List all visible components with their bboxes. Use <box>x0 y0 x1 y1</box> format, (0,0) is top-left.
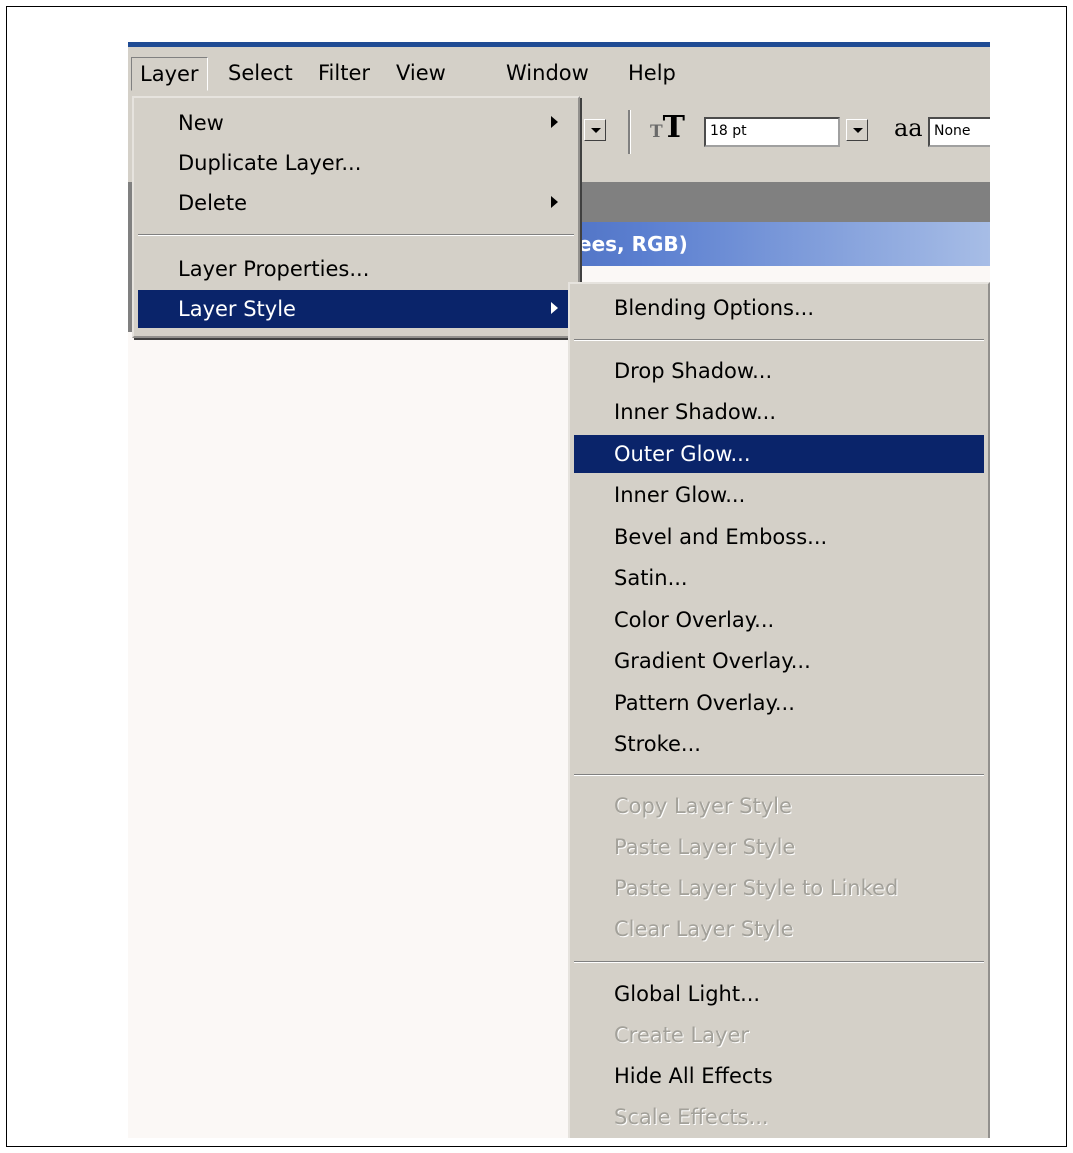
menu-item-outer-glow[interactable]: Outer Glow... <box>574 435 984 473</box>
font-size-icon: TT <box>650 110 685 145</box>
menu-item-bevel-and-emboss[interactable]: Bevel and Emboss... <box>574 518 984 556</box>
menu-item-label: Duplicate Layer... <box>178 151 362 175</box>
menu-item-label: New <box>178 111 224 135</box>
font-size-dropdown-button[interactable] <box>846 119 868 141</box>
menu-item-create-layer: Create Layer <box>614 1023 750 1047</box>
menu-item-paste-layer-style-to-linked: Paste Layer Style to Linked <box>614 876 899 900</box>
menu-layer[interactable]: Layer <box>131 57 208 91</box>
menu-item-inner-glow[interactable]: Inner Glow... <box>574 476 984 514</box>
menu-separator <box>138 234 574 236</box>
submenu-arrow-icon <box>551 196 558 208</box>
menu-help[interactable]: Help <box>620 57 684 89</box>
menu-separator <box>574 339 984 341</box>
menu-select[interactable]: Select <box>220 57 301 89</box>
menu-separator <box>574 774 984 776</box>
antialias-icon: aa <box>894 114 923 142</box>
menu-item-paste-layer-style: Paste Layer Style <box>614 835 796 859</box>
menu-filter[interactable]: Filter <box>310 57 378 89</box>
menu-item-new[interactable]: New <box>138 104 574 142</box>
menu-item-scale-effects: Scale Effects... <box>614 1105 769 1129</box>
menu-separator <box>574 961 984 963</box>
menu-item-global-light[interactable]: Global Light... <box>574 975 984 1013</box>
menu-bar: Layer Select Filter View Window Help <box>128 42 990 96</box>
toolbar-separator <box>628 110 631 154</box>
menu-item-duplicate-layer[interactable]: Duplicate Layer... <box>138 144 574 182</box>
font-style-dropdown-button[interactable] <box>584 119 606 141</box>
document-title: ees, RGB) <box>578 232 688 256</box>
layer-style-submenu: Blending Options... Drop Shadow... Inner… <box>568 282 990 1138</box>
menu-item-copy-layer-style: Copy Layer Style <box>614 794 792 818</box>
menu-item-stroke[interactable]: Stroke... <box>574 725 984 763</box>
menu-item-delete[interactable]: Delete <box>138 184 574 222</box>
menu-item-drop-shadow[interactable]: Drop Shadow... <box>574 352 984 390</box>
menu-item-layer-properties[interactable]: Layer Properties... <box>138 250 574 288</box>
menu-item-label: Layer Style <box>178 297 296 321</box>
submenu-arrow-icon <box>551 302 558 314</box>
menu-view[interactable]: View <box>388 57 454 89</box>
font-size-field[interactable]: 18 pt <box>704 117 840 147</box>
menu-item-blending-options[interactable]: Blending Options... <box>574 289 984 327</box>
menu-item-color-overlay[interactable]: Color Overlay... <box>574 601 984 639</box>
menu-item-clear-layer-style: Clear Layer Style <box>614 917 794 941</box>
menu-item-label: Delete <box>178 191 247 215</box>
menu-item-layer-style[interactable]: Layer Style <box>138 290 574 328</box>
menu-window[interactable]: Window <box>498 57 597 89</box>
antialias-field[interactable]: None <box>928 117 990 147</box>
submenu-arrow-icon <box>551 116 558 128</box>
menu-item-hide-all-effects[interactable]: Hide All Effects <box>574 1057 984 1095</box>
menu-item-satin[interactable]: Satin... <box>574 559 984 597</box>
menu-item-pattern-overlay[interactable]: Pattern Overlay... <box>574 684 984 722</box>
layer-menu: New Duplicate Layer... Delete Layer Prop… <box>132 96 580 338</box>
menu-item-inner-shadow[interactable]: Inner Shadow... <box>574 393 984 431</box>
menu-item-label: Layer Properties... <box>178 257 370 281</box>
menu-item-gradient-overlay[interactable]: Gradient Overlay... <box>574 642 984 680</box>
photoshop-window: Layer Select Filter View Window Help TT … <box>128 42 990 1138</box>
